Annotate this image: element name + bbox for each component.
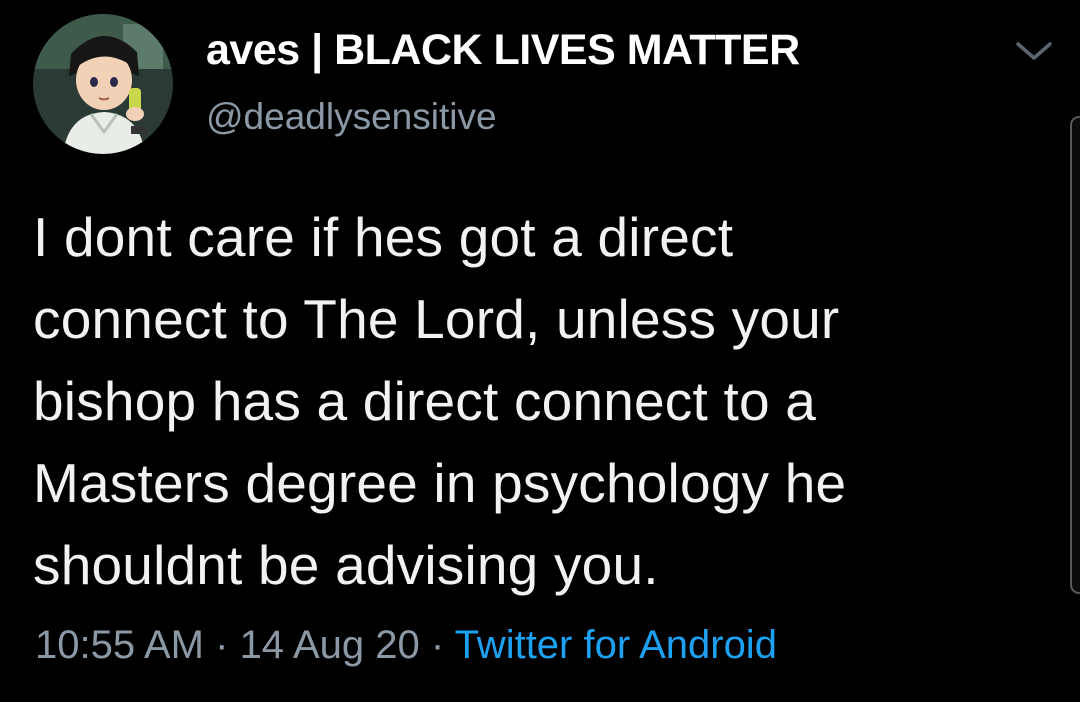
tweet-meta: 10:55 AM · 14 Aug 20 · Twitter for Andro… xyxy=(35,623,777,668)
tweet-date[interactable]: 14 Aug 20 xyxy=(240,623,420,667)
avatar[interactable] xyxy=(33,14,173,154)
tweet-source-link[interactable]: Twitter for Android xyxy=(455,623,777,667)
meta-separator: · xyxy=(419,623,455,667)
tweet-text: I dont care if hes got a direct connect … xyxy=(33,206,847,596)
chevron-down-icon[interactable] xyxy=(1014,36,1054,66)
avatar-image xyxy=(33,14,173,154)
display-name[interactable]: aves | BLACK LIVES MATTER xyxy=(206,26,800,75)
user-handle[interactable]: @deadlysensitive xyxy=(206,96,497,138)
meta-separator: · xyxy=(204,623,240,667)
scrollbar[interactable] xyxy=(1070,116,1080,594)
tweet-card: aves | BLACK LIVES MATTER @deadlysensiti… xyxy=(0,0,1080,702)
tweet-time[interactable]: 10:55 AM xyxy=(35,623,204,667)
